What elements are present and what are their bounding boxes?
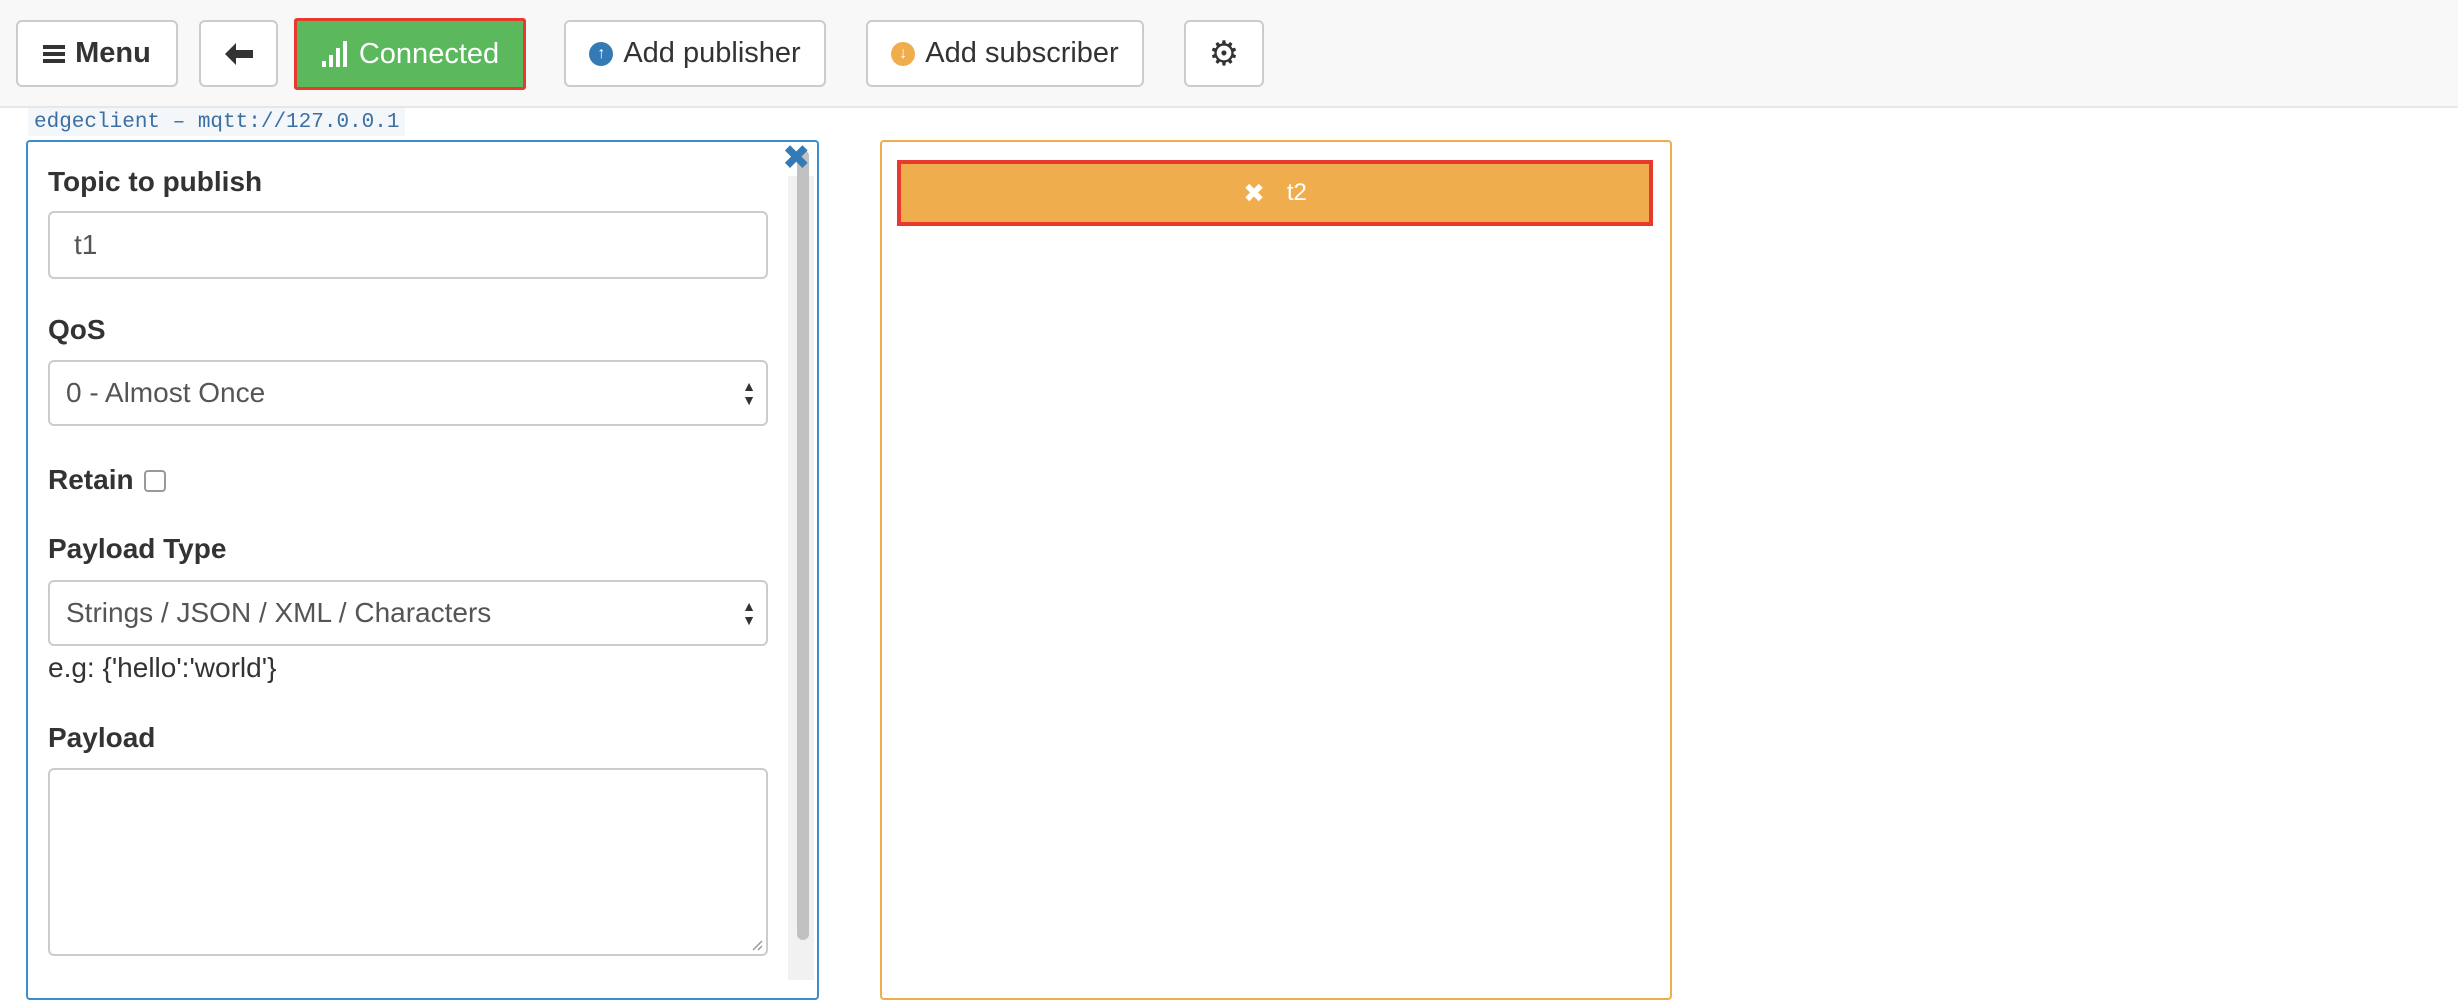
subscriber-panel	[880, 140, 1672, 1000]
menu-label: Menu	[75, 37, 151, 69]
payload-hint: e.g: {'hello':'world'}	[48, 652, 277, 683]
qos-value: 0 - Almost Once	[66, 377, 266, 408]
signal-bars-icon	[321, 41, 347, 67]
qos-select[interactable]: 0 - Almost Once ▲ ▼	[48, 360, 768, 426]
qos-label: QoS	[48, 314, 106, 345]
close-icon[interactable]: ✖	[1243, 178, 1265, 209]
add-subscriber-button[interactable]: ↓ Add subscriber	[866, 20, 1144, 87]
subscriber-topic-bar[interactable]: ✖ t2	[897, 160, 1653, 226]
payload-type-select[interactable]: Strings / JSON / XML / Characters ▲ ▼	[48, 580, 768, 646]
resize-handle-icon[interactable]	[751, 939, 763, 951]
arrow-down-circle-icon: ↓	[891, 41, 916, 66]
payload-type-label: Payload Type	[48, 533, 227, 564]
menu-button[interactable]: Menu	[16, 20, 178, 87]
connected-button[interactable]: Connected	[294, 18, 526, 90]
gear-icon: ⚙	[1208, 34, 1240, 73]
add-publisher-button[interactable]: ↑ Add publisher	[564, 20, 826, 87]
connection-tag: edgeclient – mqtt://127.0.0.1	[28, 108, 406, 136]
subscriber-topic-label: t2	[1286, 179, 1307, 206]
arrow-left-icon	[224, 42, 253, 65]
connected-label: Connected	[358, 37, 500, 70]
add-subscriber-label: Add subscriber	[925, 37, 1119, 69]
top-toolbar: Menu Connected ↑ Add publisher ↓ Add sub…	[0, 0, 2458, 108]
back-button[interactable]	[199, 20, 278, 87]
payload-type-value: Strings / JSON / XML / Characters	[66, 597, 492, 628]
close-icon[interactable]: ✖	[782, 141, 811, 175]
topic-label: Topic to publish	[48, 166, 263, 197]
add-publisher-label: Add publisher	[623, 37, 801, 69]
settings-button[interactable]: ⚙	[1184, 20, 1264, 87]
hamburger-icon	[43, 44, 66, 63]
retain-checkbox[interactable]	[144, 470, 166, 492]
retain-label: Retain	[48, 464, 134, 495]
select-arrows-icon: ▲ ▼	[742, 598, 756, 628]
payload-textarea[interactable]	[48, 768, 768, 956]
arrow-up-circle-icon: ↑	[589, 41, 614, 66]
payload-label: Payload	[48, 722, 156, 753]
topic-input[interactable]: t1	[48, 211, 768, 279]
select-arrows-icon: ▲ ▼	[742, 378, 756, 408]
publisher-scrollbar[interactable]	[797, 150, 809, 940]
topic-value: t1	[74, 229, 98, 260]
